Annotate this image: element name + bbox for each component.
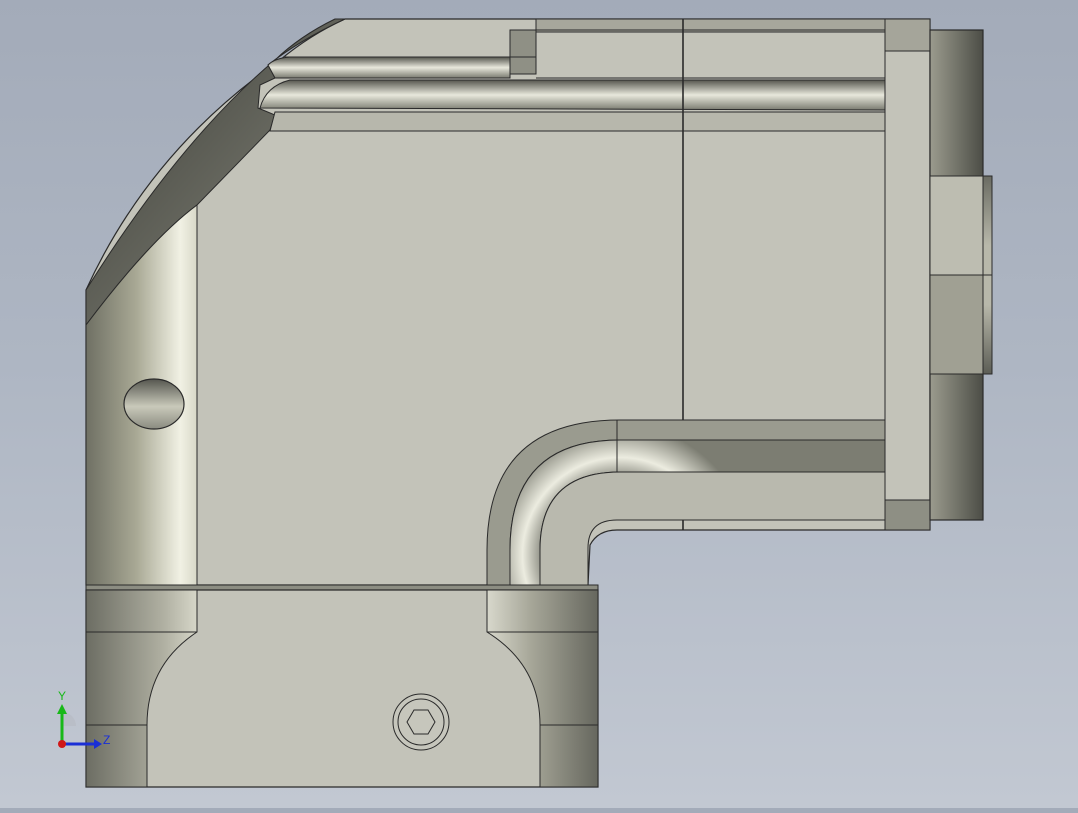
model-canvas[interactable] [0, 0, 1078, 808]
clamp-seam [85, 584, 599, 591]
side-hole[interactable] [123, 378, 185, 430]
top-groove-lower [259, 79, 886, 111]
cad-viewport[interactable]: Y Z [0, 0, 1078, 808]
axis-triad: Y Z [40, 680, 130, 760]
x-axis-icon [58, 740, 66, 748]
hub-face [929, 175, 984, 276]
top-groove-upper [267, 56, 511, 79]
hub-face-lower [929, 274, 984, 375]
flange-plate-top [884, 18, 931, 52]
flange-plate-bottom [884, 499, 931, 531]
y-axis-label: Y [58, 689, 66, 703]
top-groove-notch [509, 29, 537, 75]
hex-socket-icon[interactable] [392, 693, 450, 751]
z-axis-label: Z [103, 733, 110, 747]
top-groove-ledge [269, 111, 886, 132]
